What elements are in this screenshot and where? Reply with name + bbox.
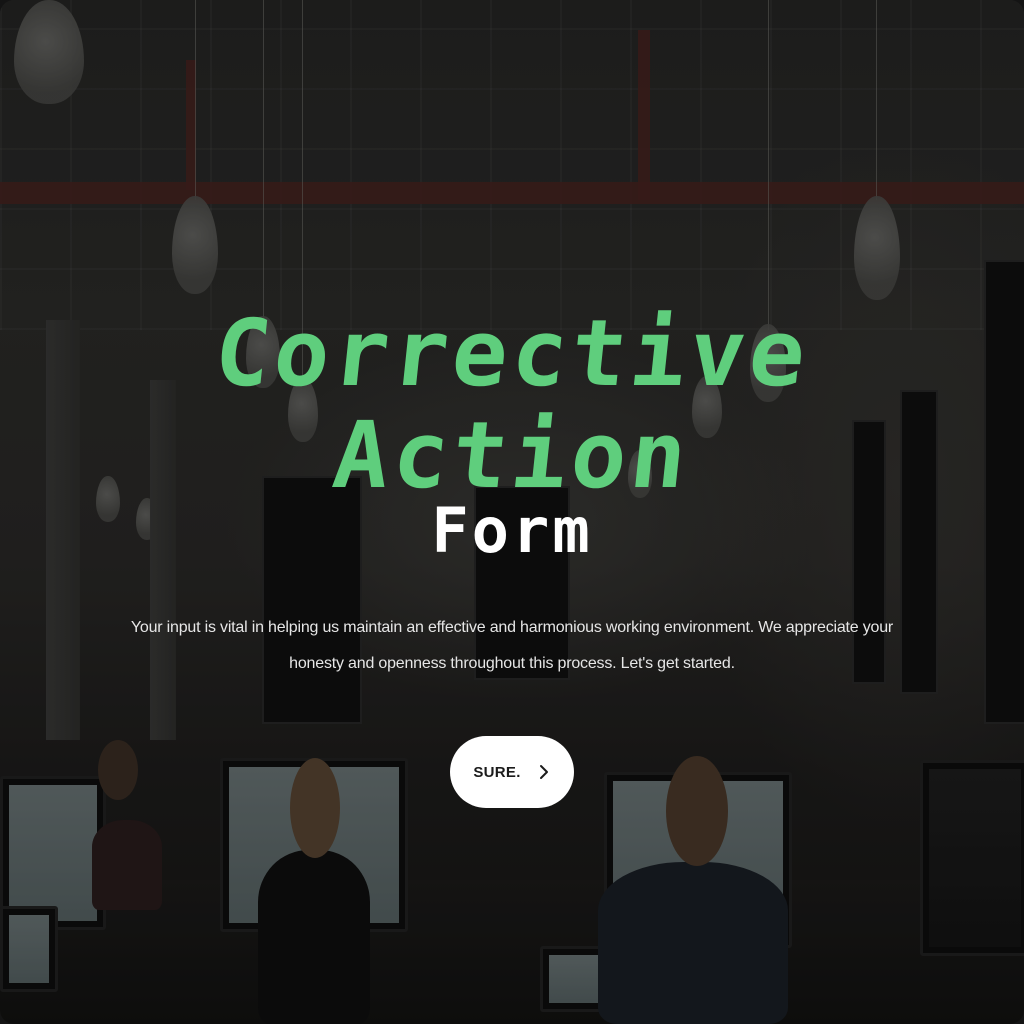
start-button[interactable]: SURE. (450, 736, 574, 808)
intro-text: Your input is vital in helping us mainta… (130, 619, 894, 672)
chevron-right-icon (539, 765, 548, 779)
title-line-form: Form (431, 494, 593, 567)
start-button-label: SURE. (473, 763, 521, 781)
title-line-corrective: Corrective (209, 300, 815, 407)
welcome-content: Corrective Action Form Your input is vit… (0, 0, 1024, 1024)
form-welcome-screen: Corrective Action Form Your input is vit… (0, 0, 1024, 1024)
title-line-action: Action (328, 402, 696, 509)
